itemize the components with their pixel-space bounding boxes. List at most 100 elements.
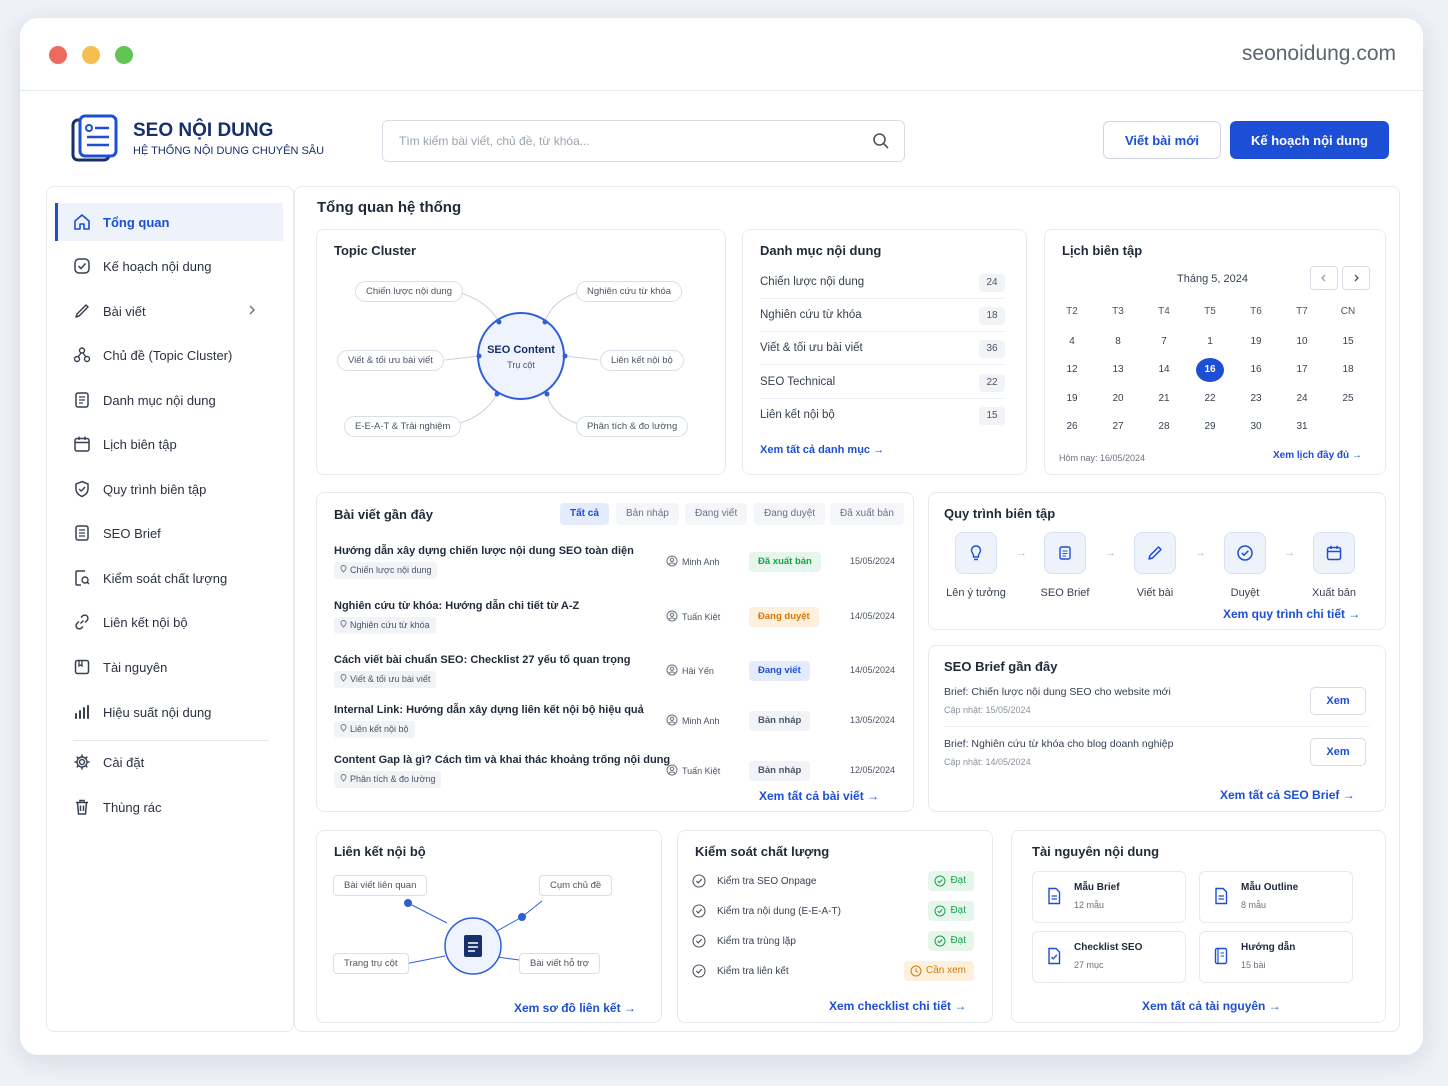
category-row[interactable]: Chiến lược nội dung 24 [760, 266, 1005, 299]
workflow-step-review[interactable] [1224, 532, 1266, 574]
view-link-map-link[interactable]: Xem sơ đồ liên kết → [514, 1001, 636, 1015]
sidebar-item-topic-cluster[interactable]: Chủ đề (Topic Cluster) [55, 336, 283, 374]
sidebar-item-internal-links[interactable]: Liên kết nội bộ [55, 603, 283, 641]
maximize-window-button[interactable] [115, 46, 133, 64]
view-workflow-link[interactable]: Xem quy trình chi tiết → [1223, 607, 1360, 621]
sidebar-item-content-plan[interactable]: Kế hoạch nội dung [55, 247, 283, 285]
view-checklist-link[interactable]: Xem checklist chi tiết → [829, 999, 966, 1013]
new-post-button[interactable]: Viết bài mới [1103, 121, 1221, 159]
link-node[interactable]: Cụm chủ đề [539, 875, 613, 896]
calendar-day[interactable]: 28 [1150, 415, 1178, 439]
view-full-calendar-link[interactable]: Xem lịch đầy đủ → [1273, 450, 1362, 461]
calendar-day[interactable]: 29 [1196, 415, 1224, 439]
post-title[interactable]: Internal Link: Hướng dẫn xây dựng liên k… [334, 704, 644, 716]
calendar-day[interactable]: 20 [1104, 387, 1132, 411]
tab-draft[interactable]: Bản nháp [616, 503, 679, 525]
post-title[interactable]: Nghiên cứu từ khóa: Hướng dẫn chi tiết t… [334, 600, 579, 612]
calendar-next-button[interactable] [1342, 266, 1370, 290]
sidebar-item-posts[interactable]: Bài viết [55, 292, 283, 330]
post-row[interactable]: Nghiên cứu từ khóa: Hướng dẫn chi tiết t… [334, 600, 899, 648]
calendar-day[interactable]: 19 [1242, 330, 1270, 354]
category-row[interactable]: Liên kết nội bộ 15 [760, 399, 1005, 432]
close-window-button[interactable] [49, 46, 67, 64]
calendar-day[interactable]: 22 [1196, 387, 1224, 411]
post-title[interactable]: Cách viết bài chuẩn SEO: Checklist 27 yế… [334, 654, 630, 666]
calendar-day[interactable]: 23 [1242, 387, 1270, 411]
view-all-posts-link[interactable]: Xem tất cả bài viết → [759, 789, 879, 803]
cluster-node[interactable]: Chiến lược nội dung [355, 281, 464, 302]
sidebar-item-editorial-workflow[interactable]: Quy trình biên tập [55, 470, 283, 508]
cluster-node[interactable]: Liên kết nội bộ [600, 350, 684, 371]
resource-item[interactable]: Mẫu Brief 12 mẫu [1032, 871, 1186, 923]
cluster-node[interactable]: E-E-A-T & Trải nghiệm [344, 416, 462, 437]
calendar-day[interactable]: 4 [1058, 330, 1086, 354]
calendar-prev-button[interactable] [1310, 266, 1338, 290]
view-brief-button[interactable]: Xem [1310, 687, 1366, 715]
calendar-day[interactable]: 18 [1334, 358, 1362, 382]
workflow-step-writing[interactable] [1134, 532, 1176, 574]
calendar-day-selected[interactable]: 16 [1196, 358, 1224, 382]
resource-item[interactable]: Checklist SEO 27 mục [1032, 931, 1186, 983]
content-plan-button[interactable]: Kế hoạch nội dung [1230, 121, 1389, 159]
calendar-day[interactable]: 13 [1104, 358, 1132, 382]
calendar-day[interactable]: 21 [1150, 387, 1178, 411]
resource-item[interactable]: Mẫu Outline 8 mẫu [1199, 871, 1353, 923]
calendar-day[interactable]: 15 [1334, 330, 1362, 354]
calendar-day[interactable]: 26 [1058, 415, 1086, 439]
cluster-node[interactable]: Phân tích & đo lường [576, 416, 689, 437]
workflow-step-brief[interactable] [1044, 532, 1086, 574]
search-icon[interactable] [872, 132, 890, 155]
calendar-day[interactable]: 27 [1104, 415, 1132, 439]
link-node[interactable]: Trang trụ cột [333, 953, 409, 974]
view-all-briefs-link[interactable]: Xem tất cả SEO Brief → [1220, 788, 1355, 802]
sidebar-item-editorial-calendar[interactable]: Lịch biên tập [55, 425, 283, 463]
tab-published[interactable]: Đã xuất bản [830, 503, 904, 525]
resource-item[interactable]: Hướng dẫn 15 bài [1199, 931, 1353, 983]
tab-all[interactable]: Tất cả [560, 503, 609, 525]
quality-row[interactable]: Kiểm tra nội dung (E-E-A-T) Đạt [692, 897, 974, 927]
calendar-day[interactable]: 1 [1196, 330, 1224, 354]
calendar-day[interactable]: 7 [1150, 330, 1178, 354]
workflow-step-publish[interactable] [1313, 532, 1355, 574]
calendar-day[interactable]: 17 [1288, 358, 1316, 382]
post-title[interactable]: Hướng dẫn xây dựng chiến lược nội dung S… [334, 545, 634, 557]
calendar-day[interactable]: 24 [1288, 387, 1316, 411]
calendar-day[interactable]: 31 [1288, 415, 1316, 439]
brief-row[interactable]: Brief: Nghiên cứu từ khóa cho blog doanh… [944, 738, 1369, 767]
quality-row[interactable]: Kiểm tra liên kết Cần xem [692, 957, 974, 987]
calendar-day[interactable]: 8 [1104, 330, 1132, 354]
category-row[interactable]: Viết & tối ưu bài viết 36 [760, 332, 1005, 365]
calendar-day[interactable]: 10 [1288, 330, 1316, 354]
quality-row[interactable]: Kiểm tra trùng lặp Đạt [692, 927, 974, 957]
post-title[interactable]: Content Gap là gì? Cách tìm và khai thác… [334, 754, 670, 766]
sidebar-item-settings[interactable]: Cài đặt [55, 743, 283, 781]
minimize-window-button[interactable] [82, 46, 100, 64]
calendar-day[interactable]: 16 [1242, 358, 1270, 382]
workflow-step-ideation[interactable] [955, 532, 997, 574]
post-row[interactable]: Hướng dẫn xây dựng chiến lược nội dung S… [334, 545, 899, 593]
category-row[interactable]: Nghiên cứu từ khóa 18 [760, 299, 1005, 332]
calendar-day[interactable]: 19 [1058, 387, 1086, 411]
brief-row[interactable]: Brief: Chiến lược nội dung SEO cho websi… [944, 686, 1369, 715]
cluster-node[interactable]: Nghiên cứu từ khóa [576, 281, 683, 302]
sidebar-item-overview[interactable]: Tổng quan [55, 203, 283, 241]
search-input[interactable] [383, 121, 853, 161]
cluster-node[interactable]: Viết & tối ưu bài viết [337, 350, 444, 371]
calendar-day[interactable]: 30 [1242, 415, 1270, 439]
category-row[interactable]: SEO Technical 22 [760, 366, 1005, 399]
sidebar-item-seo-brief[interactable]: SEO Brief [55, 514, 283, 552]
calendar-day[interactable]: 14 [1150, 358, 1178, 382]
view-brief-button[interactable]: Xem [1310, 738, 1366, 766]
link-node[interactable]: Bài viết liên quan [333, 875, 428, 896]
sidebar-item-trash[interactable]: Thùng rác [55, 788, 283, 826]
post-row[interactable]: Cách viết bài chuẩn SEO: Checklist 27 yế… [334, 654, 899, 702]
view-all-resources-link[interactable]: Xem tất cả tài nguyên → [1142, 999, 1281, 1013]
quality-row[interactable]: Kiểm tra SEO Onpage Đạt [692, 867, 974, 897]
sidebar-item-content-performance[interactable]: Hiệu suất nội dung [55, 693, 283, 731]
calendar-day[interactable]: 12 [1058, 358, 1086, 382]
sidebar-item-categories[interactable]: Danh mục nội dung [55, 381, 283, 419]
post-row[interactable]: Internal Link: Hướng dẫn xây dựng liên k… [334, 704, 899, 752]
sidebar-item-quality-control[interactable]: Kiểm soát chất lượng [55, 559, 283, 597]
link-node[interactable]: Bài viết hỗ trợ [519, 953, 601, 974]
tab-writing[interactable]: Đang viết [685, 503, 748, 525]
